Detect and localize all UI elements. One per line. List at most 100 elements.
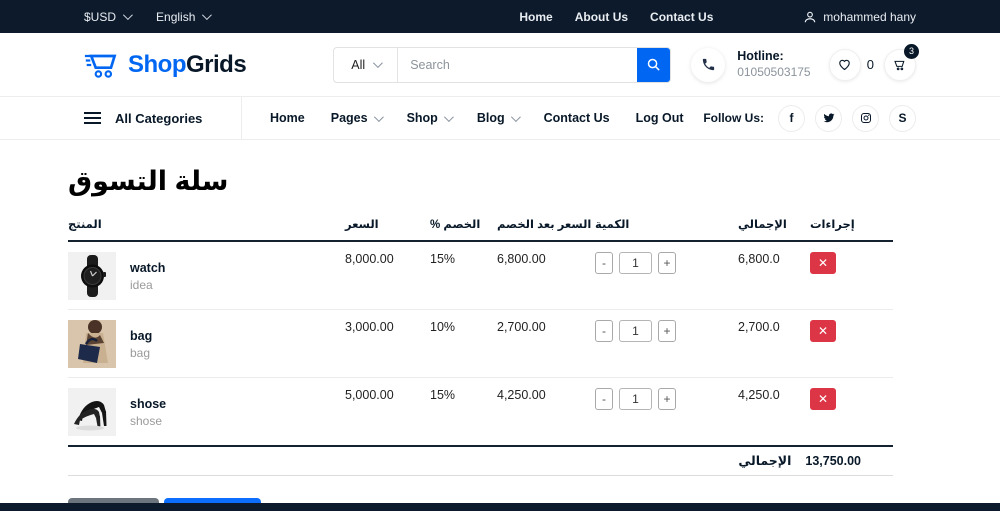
quantity-decrease-button[interactable]: - — [595, 252, 613, 274]
search-button[interactable] — [637, 47, 671, 82]
cart-button[interactable]: 3 — [884, 43, 919, 81]
price-cell: 8,000.00 — [345, 241, 430, 310]
nav-bar: All Categories Home Pages Shop Blog Cont… — [0, 96, 1000, 140]
wishlist-button[interactable] — [828, 48, 861, 81]
quantity-input[interactable] — [619, 252, 652, 274]
nav-item-contact[interactable]: Contact Us — [544, 111, 610, 125]
chevron-down-icon — [373, 111, 384, 122]
follow-us-label: Follow Us: — [703, 111, 764, 125]
table-row: shose shose 5,000.00 15% 4,250.00 - + 4,… — [68, 377, 893, 447]
wishlist-count: 0 — [866, 57, 874, 72]
search-icon — [646, 57, 661, 72]
quantity-decrease-button[interactable]: - — [595, 320, 613, 342]
watch-image — [68, 252, 116, 300]
hotline: Hotline: 01050503175 — [691, 47, 811, 82]
nav-item-pages-label: Pages — [330, 111, 368, 125]
product-category: idea — [130, 278, 153, 292]
shose-image — [68, 388, 116, 436]
search-category-value: All — [351, 57, 366, 72]
user-name: mohammed hany — [823, 9, 916, 24]
column-header-quantity: الكمية — [595, 217, 712, 242]
currency-label: $USD — [84, 9, 117, 24]
page-title: سلة التسوق — [68, 166, 229, 196]
table-row: bag bag 3,000.00 10% 2,700.00 - + 2,700.… — [68, 309, 893, 378]
nav-item-blog-label: Blog — [476, 111, 505, 125]
all-categories-button[interactable]: All Categories — [84, 111, 241, 126]
user-menu[interactable]: mohammed hany — [803, 10, 916, 24]
nav-item-shop-label: Shop — [406, 111, 438, 125]
nav-item-home[interactable]: Home — [270, 111, 305, 125]
discount-cell: 15% — [430, 377, 497, 447]
discount-cell: 15% — [430, 241, 497, 310]
language-label: English — [156, 9, 196, 24]
product-name[interactable]: bag — [130, 329, 152, 343]
facebook-icon[interactable]: f — [778, 104, 805, 132]
product-category: shose — [130, 414, 163, 428]
main-header: ShopGrids All H — [0, 33, 1000, 97]
chevron-down-icon — [202, 10, 213, 21]
hotline-label: Hotline: — [737, 49, 784, 64]
hamburger-icon — [84, 112, 101, 124]
column-header-actions: إجراءات — [810, 217, 893, 242]
product-name[interactable]: watch — [130, 261, 165, 275]
top-bar: $USD English Home About Us Contact Us mo… — [0, 0, 1000, 33]
table-row: watch idea 8,000.00 15% 6,800.00 - + 6,8… — [68, 241, 893, 310]
bag-image — [68, 320, 116, 368]
total-cell: 6,800.0 — [712, 241, 810, 310]
discount-cell: 10% — [430, 309, 497, 378]
all-categories-label: All Categories — [115, 110, 203, 126]
price-cell: 3,000.00 — [345, 309, 430, 378]
delete-icon: ✕ — [817, 392, 829, 406]
product-name[interactable]: shose — [130, 397, 166, 411]
remove-item-button[interactable]: ✕ — [810, 252, 836, 274]
price-cell: 5,000.00 — [345, 377, 430, 447]
person-icon — [803, 10, 817, 24]
search-input[interactable] — [398, 47, 638, 82]
remove-item-button[interactable]: ✕ — [810, 388, 836, 410]
quantity-increase-button[interactable]: + — [658, 320, 676, 342]
logo-text-shop: Shop — [128, 50, 187, 78]
twitter-icon[interactable] — [815, 104, 842, 132]
topbar-link-contact[interactable]: Contact Us — [650, 10, 713, 24]
remove-item-button[interactable]: ✕ — [810, 320, 836, 342]
language-select[interactable]: English — [156, 9, 213, 24]
price-after-cell: 2,700.00 — [497, 309, 595, 378]
quantity-input[interactable] — [619, 388, 652, 410]
delete-icon: ✕ — [817, 256, 829, 270]
quantity-input[interactable] — [619, 320, 652, 342]
cart-icon — [892, 57, 908, 72]
total-cell: 4,250.0 — [712, 377, 810, 447]
chevron-down-icon — [373, 58, 384, 69]
nav-item-logout[interactable]: Log Out — [636, 111, 684, 125]
column-header-price-after: السعر بعد الخصم — [497, 217, 595, 242]
column-header-total: الإجمالي — [712, 217, 810, 242]
instagram-icon[interactable] — [852, 104, 879, 132]
cart-total-row: الإجمالي 13,750.00 — [68, 447, 893, 476]
quantity-increase-button[interactable]: + — [658, 252, 676, 274]
cart-section: سلة التسوق المنتج السعر % الخصم السعر بع… — [68, 166, 893, 511]
price-after-cell: 4,250.00 — [497, 377, 595, 447]
nav-item-shop[interactable]: Shop — [406, 111, 454, 125]
quantity-decrease-button[interactable]: - — [595, 388, 613, 410]
logo[interactable]: ShopGrids — [84, 50, 247, 80]
product-category: bag — [130, 346, 151, 360]
cart-table: المنتج السعر % الخصم السعر بعد الخصم الك… — [68, 217, 893, 447]
topbar-link-home[interactable]: Home — [519, 10, 552, 24]
skype-icon[interactable]: S — [889, 104, 916, 132]
nav-item-pages[interactable]: Pages — [330, 111, 384, 125]
column-header-price: السعر — [345, 217, 430, 242]
nav-divider — [241, 96, 242, 140]
delete-icon: ✕ — [817, 324, 829, 338]
chevron-down-icon — [443, 111, 454, 122]
topbar-link-about[interactable]: About Us — [575, 10, 628, 24]
phone-icon — [691, 47, 726, 82]
currency-select[interactable]: $USD — [84, 9, 133, 24]
nav-item-blog[interactable]: Blog — [476, 111, 521, 125]
quantity-increase-button[interactable]: + — [658, 388, 676, 410]
logo-text-grids: Grids — [186, 50, 247, 78]
hotline-number: 01050503175 — [737, 64, 811, 79]
total-cell: 2,700.0 — [712, 309, 810, 378]
column-header-product: المنتج — [68, 217, 345, 242]
cart-logo-icon — [84, 50, 120, 80]
search-category-select[interactable]: All — [334, 47, 399, 82]
